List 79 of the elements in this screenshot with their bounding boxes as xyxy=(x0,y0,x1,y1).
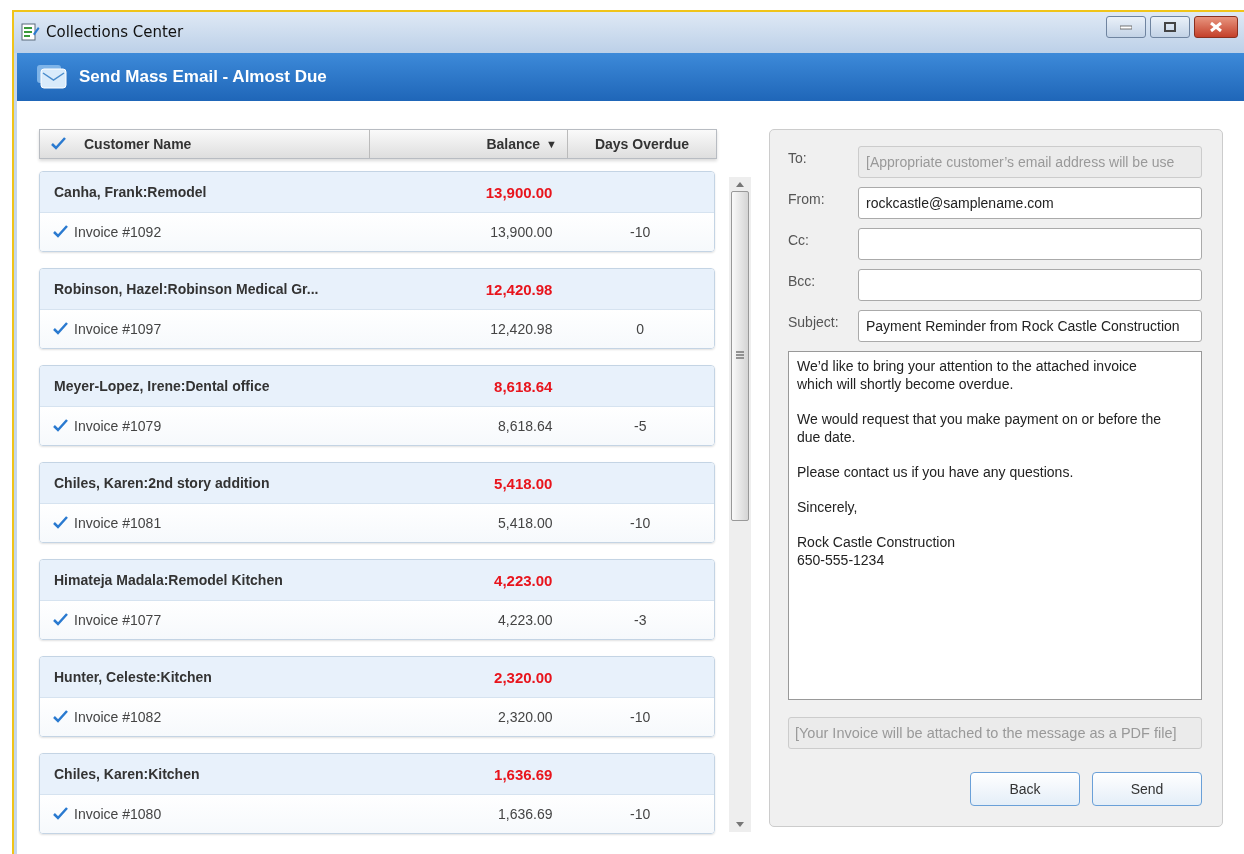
scrollbar[interactable] xyxy=(729,177,751,832)
days-overdue: 0 xyxy=(635,321,646,337)
customer-name: Chiles, Karen:2nd story addition xyxy=(53,475,271,491)
checkbox[interactable] xyxy=(52,419,68,433)
action-button[interactable]: Send xyxy=(1092,772,1202,806)
customer-balance: 4,223.00 xyxy=(493,571,554,589)
message-text: Sincerely, xyxy=(797,498,859,516)
customer-balance: 2,320.00 xyxy=(493,668,554,686)
message-field[interactable] xyxy=(788,351,1202,700)
invoice-label: Invoice #1082 xyxy=(74,709,162,725)
input-field[interactable] xyxy=(858,269,1202,301)
field-label: From: xyxy=(788,190,826,207)
close-button[interactable] xyxy=(1194,16,1238,38)
customer-balance: 5,418.00 xyxy=(493,474,554,492)
attachment-note: [Your Invoice will be attached to the message as a PDF file] xyxy=(788,717,1202,749)
column-header[interactable]: Customer Name xyxy=(40,130,370,158)
days-overdue: -3 xyxy=(633,612,648,628)
invoice-label: Invoice #1092 xyxy=(74,224,162,240)
customer-balance: 8,618.64 xyxy=(493,377,554,395)
invoice-balance: 1,636.69 xyxy=(496,806,554,822)
invoice-balance: 13,900.00 xyxy=(489,224,554,240)
days-overdue: -10 xyxy=(629,224,652,240)
customer-name: Chiles, Karen:Kitchen xyxy=(53,766,201,782)
customer-name: Robinson, Hazel:Robinson Medical Gr... xyxy=(53,281,320,297)
scroll-down-icon[interactable] xyxy=(736,822,744,828)
input-field[interactable]: Payment Reminder from Rock Castle Construction xyxy=(858,310,1202,342)
invoice-label: Invoice #1079 xyxy=(74,418,162,434)
message-text: Please contact us if you have any questions. xyxy=(797,463,1075,481)
checkbox[interactable] xyxy=(52,710,68,724)
action-button[interactable]: Back xyxy=(970,772,1080,806)
field-label: Cc: xyxy=(788,231,810,248)
scroll-thumb[interactable] xyxy=(731,191,749,521)
checkbox[interactable] xyxy=(52,613,68,627)
scroll-up-icon[interactable] xyxy=(736,181,744,187)
window-title: Collections Center xyxy=(46,23,184,42)
customer-balance: 12,420.98 xyxy=(484,280,554,298)
customer-name: Hunter, Celeste:Kitchen xyxy=(53,669,213,685)
message-text: 650-555-1234 xyxy=(797,551,886,569)
checkbox[interactable] xyxy=(52,516,68,530)
column-header[interactable]: Days Overdue xyxy=(568,130,716,158)
customer-balance: 1,636.69 xyxy=(493,765,554,783)
field-label: Subject: xyxy=(788,313,840,330)
input-field[interactable]: rockcastle@samplename.com xyxy=(858,187,1202,219)
checkbox[interactable] xyxy=(50,137,66,151)
notepad-icon xyxy=(20,22,40,43)
invoice-balance: 4,223.00 xyxy=(496,612,554,628)
customer-name: Canha, Frank:Remodel xyxy=(53,184,208,200)
checkbox[interactable] xyxy=(52,807,68,821)
input-field[interactable] xyxy=(858,228,1202,260)
days-overdue: -10 xyxy=(629,515,652,531)
invoice-label: Invoice #1077 xyxy=(74,612,162,628)
invoice-label: Invoice #1097 xyxy=(74,321,162,337)
invoice-label: Invoice #1080 xyxy=(74,806,162,822)
message-text: We would request that you make payment on or before the due date. xyxy=(797,410,1162,446)
header-title: Send Mass Email - Almost Due xyxy=(79,66,327,87)
invoice-balance: 5,418.00 xyxy=(496,515,554,531)
message-text: Rock Castle Construction xyxy=(797,533,956,551)
invoice-balance: 2,320.00 xyxy=(496,709,554,725)
message-text: We’d like to bring your attention to the attached invoice which will shortly become overdue. xyxy=(797,357,1138,393)
customer-balance: 13,900.00 xyxy=(484,183,554,201)
envelope-icon xyxy=(37,64,67,89)
customer-name: Himateja Madala:Remodel Kitchen xyxy=(53,572,284,588)
field-label: To: xyxy=(788,149,808,166)
column-header[interactable]: Balance ▼ xyxy=(370,130,568,158)
field-label: Bcc: xyxy=(788,272,817,289)
invoice-balance: 8,618.64 xyxy=(496,418,554,434)
minimize-icon xyxy=(1120,24,1132,30)
close-icon xyxy=(1209,22,1223,32)
maximize-button[interactable] xyxy=(1150,16,1190,38)
days-overdue: -10 xyxy=(629,806,652,822)
invoice-balance: 12,420.98 xyxy=(489,321,554,337)
checkbox[interactable] xyxy=(52,225,68,239)
checkbox[interactable] xyxy=(52,322,68,336)
days-overdue: -5 xyxy=(633,418,648,434)
sort-indicator: ▼ xyxy=(546,138,557,150)
days-overdue: -10 xyxy=(629,709,652,725)
invoice-label: Invoice #1081 xyxy=(74,515,162,531)
customer-name: Meyer-Lopez, Irene:Dental office xyxy=(53,378,271,394)
maximize-icon xyxy=(1164,22,1176,32)
